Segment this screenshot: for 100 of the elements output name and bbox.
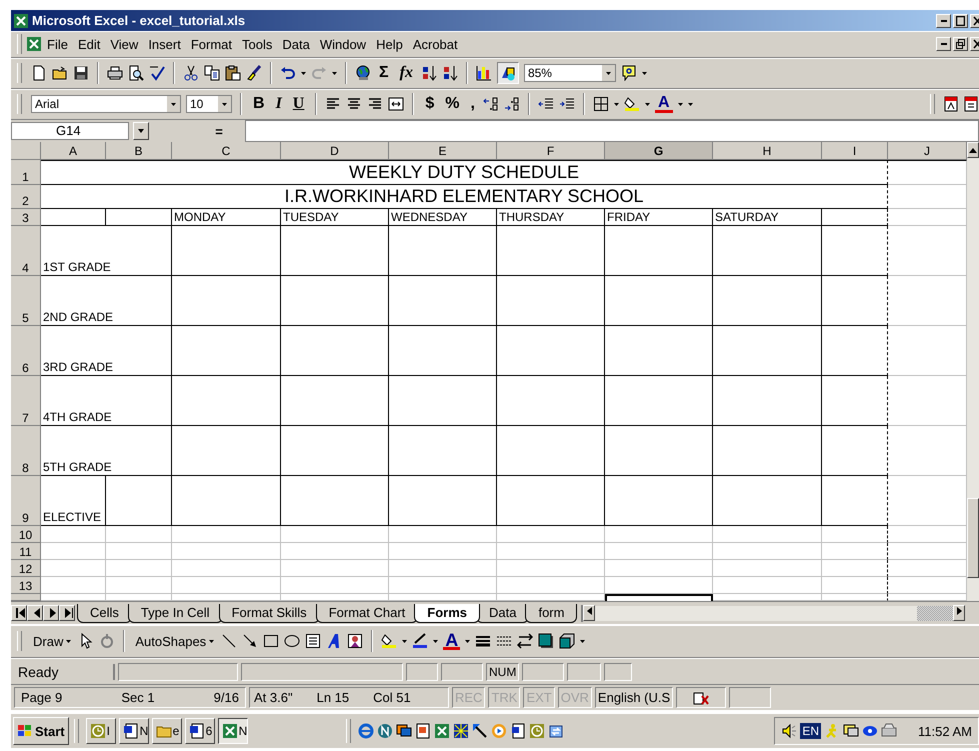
speaker-icon[interactable]	[781, 723, 798, 739]
caret-icon[interactable]	[644, 102, 650, 106]
taskbar-button[interactable]: I	[86, 718, 116, 744]
formula-field[interactable]	[245, 120, 979, 142]
caret-icon[interactable]	[433, 640, 438, 642]
scrollbar-thumb[interactable]	[967, 498, 979, 578]
maximize-button[interactable]	[953, 14, 968, 28]
menu-item[interactable]: Help	[371, 34, 408, 54]
font-color-button[interactable]: A	[443, 632, 460, 650]
row-header[interactable]: 7	[11, 376, 41, 426]
row-header[interactable]: 12	[11, 560, 41, 577]
oval-icon[interactable]	[284, 633, 300, 649]
spreadsheet-icon[interactable]	[434, 723, 450, 739]
align-left-icon[interactable]	[325, 96, 342, 112]
menu-item[interactable]: Window	[314, 34, 372, 54]
draw-menu-button[interactable]: Draw	[31, 634, 74, 648]
row-header[interactable]: 10	[11, 526, 41, 543]
network-monitor-icon[interactable]	[843, 723, 860, 739]
column-header[interactable]: A	[41, 142, 106, 160]
row-header[interactable]: 6	[11, 326, 41, 376]
line-icon[interactable]	[221, 633, 238, 649]
column-header[interactable]: E	[389, 142, 497, 160]
rotate-icon[interactable]	[99, 633, 116, 649]
new-document-icon[interactable]	[31, 65, 47, 81]
drawing-toggle-button[interactable]	[496, 62, 519, 84]
folder-icon[interactable]	[52, 65, 68, 81]
row-header[interactable]: 9	[11, 476, 41, 526]
taskbar-button[interactable]: N	[218, 718, 248, 744]
eye-icon[interactable]	[862, 723, 878, 739]
menu-item[interactable]: Acrobat	[408, 34, 463, 54]
row-header[interactable]: 4	[11, 226, 41, 276]
caret-icon[interactable]	[580, 640, 586, 642]
align-right-icon[interactable]	[367, 96, 384, 112]
caret-icon[interactable]	[222, 102, 227, 106]
first-sheet-button[interactable]	[11, 605, 27, 621]
spelling-check-icon[interactable]	[149, 65, 165, 81]
select-all-button[interactable]	[11, 142, 41, 160]
help-icon[interactable]	[620, 65, 637, 81]
starburst-icon[interactable]	[452, 723, 469, 739]
printer-tray-icon[interactable]	[881, 723, 898, 739]
arrow-icon[interactable]	[242, 633, 258, 649]
menu-item[interactable]: Format	[186, 34, 237, 54]
borders-icon[interactable]	[592, 96, 609, 112]
slides-icon[interactable]	[414, 723, 431, 739]
row-header[interactable]: 3	[11, 209, 41, 226]
percent-button[interactable]: %	[442, 95, 462, 113]
column-header[interactable]: H	[713, 142, 822, 160]
underline-button[interactable]: U	[290, 95, 308, 113]
align-center-icon[interactable]	[346, 96, 362, 112]
globe-icon[interactable]	[355, 65, 371, 81]
desktop-icon[interactable]	[396, 723, 412, 739]
previous-sheet-button[interactable]	[27, 605, 43, 621]
row-header[interactable]: 1	[11, 160, 41, 185]
autoshapes-menu-button[interactable]: AutoShapes	[133, 634, 216, 648]
sort-ascending-icon[interactable]	[420, 65, 437, 81]
fill-color-icon[interactable]	[624, 96, 640, 112]
column-header[interactable]: D	[281, 142, 389, 160]
workbook-icon[interactable]	[26, 36, 42, 52]
menu-item[interactable]: Insert	[143, 34, 186, 54]
merge-center-icon[interactable]	[388, 96, 404, 112]
row-header[interactable]: 2	[11, 185, 41, 209]
name-box[interactable]: G14	[11, 122, 129, 140]
caret-icon[interactable]	[301, 72, 306, 74]
pen-tool-icon[interactable]	[472, 723, 488, 739]
currency-button[interactable]: $	[422, 95, 438, 113]
scissors-icon[interactable]	[183, 65, 199, 81]
browser-icon[interactable]	[358, 723, 374, 739]
fill-color-icon[interactable]	[381, 633, 398, 649]
navigator-icon[interactable]	[376, 723, 393, 739]
arrow-style-icon[interactable]	[517, 633, 534, 649]
row-header[interactable]: 5	[11, 276, 41, 326]
scrollbar-thumb[interactable]	[917, 606, 953, 620]
shadow-icon[interactable]	[538, 633, 554, 649]
print-preview-icon[interactable]	[128, 65, 144, 81]
last-sheet-button[interactable]	[59, 605, 75, 621]
sheet-tab[interactable]: Cells	[77, 604, 132, 622]
caret-icon[interactable]	[332, 72, 337, 74]
autosum-button[interactable]: Σ	[376, 64, 392, 82]
paintbrush-icon[interactable]	[246, 65, 262, 81]
next-sheet-button[interactable]	[43, 605, 59, 621]
line-style-icon[interactable]	[475, 633, 492, 649]
row-header[interactable]: 13	[11, 577, 41, 594]
taskbar-button[interactable]: N	[118, 718, 149, 744]
comma-button[interactable]: ,	[468, 95, 478, 113]
line-color-icon[interactable]	[412, 633, 428, 649]
taskbar-button[interactable]: 6	[184, 718, 215, 744]
sheet-tab[interactable]: Forms	[414, 604, 480, 622]
printer-icon[interactable]	[107, 65, 123, 81]
pdf-document-icon[interactable]	[963, 96, 979, 112]
caret-icon[interactable]	[465, 640, 470, 642]
menu-item[interactable]: Tools	[237, 34, 278, 54]
media-player-icon[interactable]	[490, 723, 507, 739]
start-button[interactable]: Start	[13, 717, 69, 745]
font-color-button[interactable]: A	[654, 96, 673, 112]
bold-button[interactable]: B	[250, 95, 268, 113]
decrease-decimal-icon[interactable]	[504, 96, 520, 112]
sort-descending-icon[interactable]	[442, 65, 458, 81]
clipboard-icon[interactable]	[225, 65, 241, 81]
italic-button[interactable]: I	[272, 95, 285, 113]
column-header[interactable]: C	[172, 142, 281, 160]
